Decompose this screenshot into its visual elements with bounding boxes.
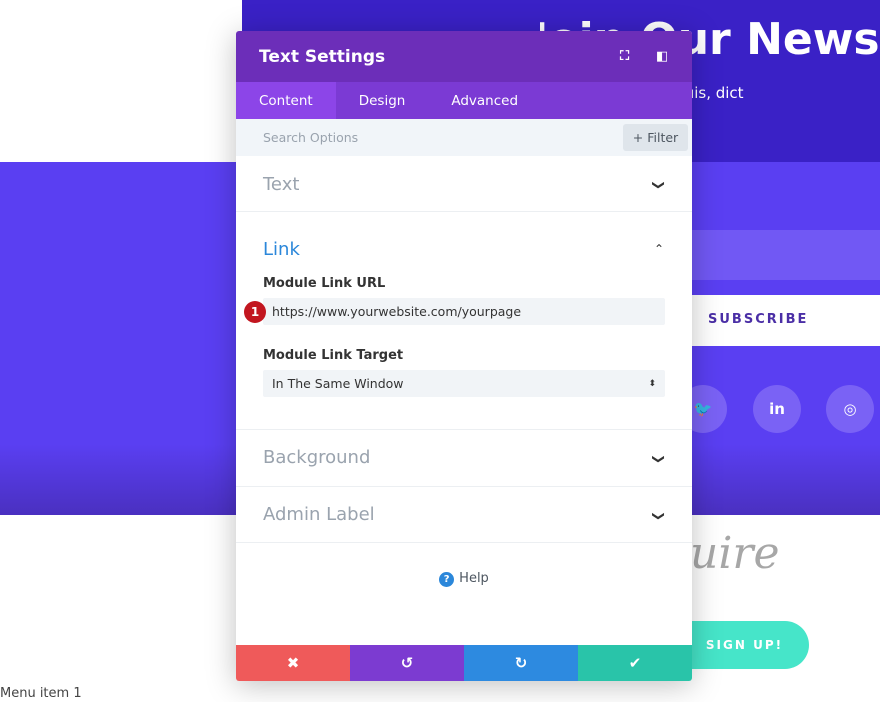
chevron-down-icon[interactable]: ❯ [652, 454, 666, 464]
redo-icon: ↻ [514, 654, 528, 672]
help-label: Help [459, 571, 489, 586]
chevron-down-icon[interactable]: ❯ [652, 180, 666, 190]
fullscreen-icon[interactable]: ⛶ [620, 49, 629, 64]
section-title: Background [263, 447, 371, 468]
section-background[interactable]: Background ❯ [236, 430, 692, 487]
subscribe-button[interactable]: SUBSCRIBE [692, 295, 880, 346]
section-link: Link ⌃ Module Link URL 1 https://www.you… [236, 212, 692, 430]
module-link-target-label: Module Link Target [263, 348, 404, 363]
email-input[interactable] [692, 230, 880, 280]
select-arrows-icon: ⬍ [648, 378, 656, 389]
redo-button[interactable]: ↻ [464, 645, 578, 681]
chevron-down-icon[interactable]: ❯ [652, 511, 666, 521]
check-icon: ✔ [628, 654, 642, 672]
undo-icon: ↺ [400, 654, 414, 672]
help-link[interactable]: ? Help [236, 571, 692, 587]
linkedin-icon[interactable]: in [753, 385, 801, 433]
module-link-url-label: Module Link URL [263, 276, 386, 291]
tab-design[interactable]: Design [336, 82, 429, 119]
target-value: In The Same Window [272, 376, 404, 391]
url-value: https://www.yourwebsite.com/yourpage [272, 304, 522, 319]
section-title: Admin Label [263, 504, 375, 525]
chevron-up-icon[interactable]: ⌃ [654, 242, 664, 256]
search-options-input[interactable]: Search Options + Filter [236, 119, 692, 156]
filter-button[interactable]: + Filter [623, 124, 688, 151]
section-title: Text [263, 174, 300, 195]
search-placeholder: Search Options [263, 130, 359, 145]
text-settings-modal: Text Settings ⛶ ◧ Content Design Advance… [236, 31, 692, 681]
modal-footer: ✖ ↺ ↻ ✔ [236, 645, 692, 681]
cancel-button[interactable]: ✖ [236, 645, 350, 681]
modal-header: Text Settings ⛶ ◧ [236, 31, 692, 82]
module-link-target-select[interactable]: In The Same Window ⬍ [263, 370, 665, 397]
undo-button[interactable]: ↺ [350, 645, 464, 681]
menu-item[interactable]: Menu item 1 [0, 686, 82, 701]
step-badge: 1 [244, 301, 266, 323]
close-icon: ✖ [286, 654, 300, 672]
sidebar-layout-icon[interactable]: ◧ [656, 49, 668, 64]
tab-advanced[interactable]: Advanced [428, 82, 541, 119]
script-logo: uire [690, 528, 780, 579]
module-link-url-input[interactable]: 1 https://www.yourwebsite.com/yourpage [244, 298, 665, 325]
help-icon: ? [439, 572, 455, 587]
subscribe-label: SUBSCRIBE [708, 312, 809, 327]
section-title[interactable]: Link [236, 239, 692, 260]
tab-content[interactable]: Content [236, 82, 336, 119]
tab-bar: Content Design Advanced [236, 82, 692, 119]
section-admin-label[interactable]: Admin Label ❯ [236, 487, 692, 543]
section-text[interactable]: Text ❯ [236, 156, 692, 212]
modal-title: Text Settings [259, 46, 386, 67]
instagram-icon[interactable]: ◎ [826, 385, 874, 433]
save-button[interactable]: ✔ [578, 645, 692, 681]
